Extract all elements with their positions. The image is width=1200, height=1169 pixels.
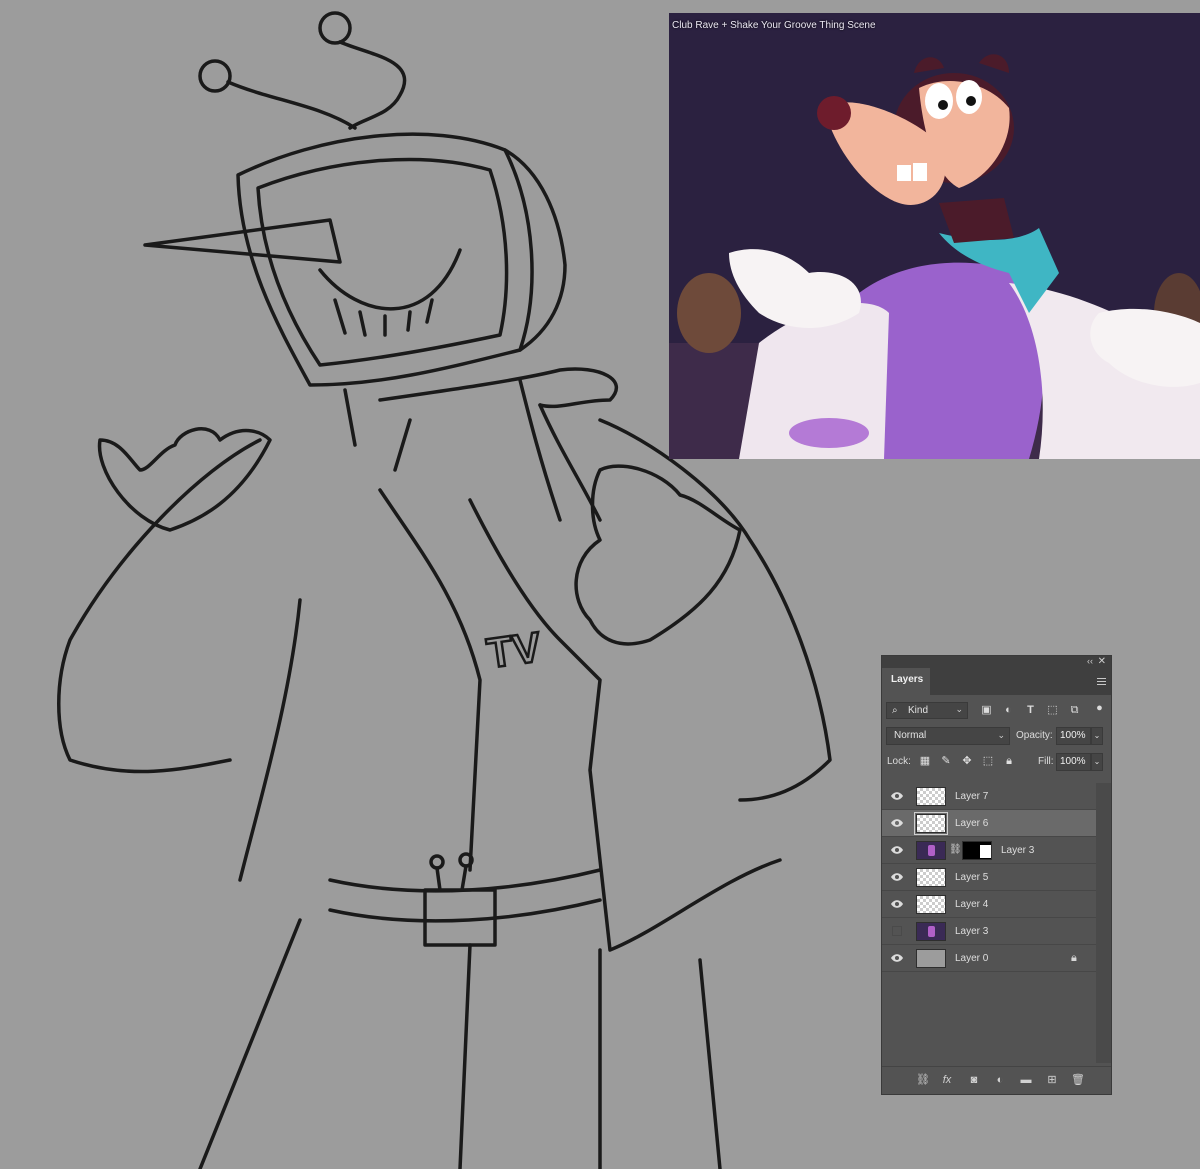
layer-list: Layer 7 Layer 6 ⛓︎ Layer 3 Layer 5 Layer… [882, 783, 1096, 972]
layers-footer: ⛓︎ fx ◙ ◐ ▬ ⊞ 🗑︎ [882, 1066, 1111, 1094]
eye-icon[interactable] [891, 953, 903, 963]
lock-label: Lock: [887, 756, 911, 767]
hidden-visibility-toggle[interactable] [892, 926, 902, 936]
lock-icon: 🔒︎ [1071, 952, 1077, 964]
layer-row[interactable]: ⛓︎ Layer 3 [882, 837, 1096, 864]
chevron-down-icon: ⌄ [997, 730, 1005, 740]
reference-image: Club Rave + Shake Your Groove Thing Scen… [669, 13, 1200, 459]
tab-layers[interactable]: Layers [882, 668, 930, 695]
layer-name: Layer 5 [955, 872, 989, 883]
layer-row[interactable]: Layer 0 🔒︎ [882, 945, 1096, 972]
adjustment-filter-icon[interactable]: ◐ [1003, 705, 1014, 716]
eye-icon[interactable] [891, 818, 903, 828]
layer-name: Layer 6 [955, 818, 989, 829]
lock-row: Lock: ▦ ✎ ✥ ⬚ 🔒︎ Fill: 100% ⌄ [882, 747, 1111, 773]
layer-name: Layer 3 [955, 926, 989, 937]
folder-icon[interactable]: ▬ [1019, 1073, 1033, 1087]
panel-menu-icon[interactable] [1097, 678, 1106, 686]
smart-object-filter-icon[interactable]: ⧉ [1069, 705, 1080, 716]
search-icon: ⌕ [892, 705, 898, 716]
layer-thumbnail [916, 841, 946, 860]
layer-name: Layer 4 [955, 899, 989, 910]
eye-icon[interactable] [891, 872, 903, 882]
layer-thumbnail [916, 922, 946, 941]
layer-row[interactable]: Layer 4 [882, 891, 1096, 918]
chest-tv-text: TV [484, 623, 544, 677]
layer-row-selected[interactable]: Layer 6 [882, 810, 1096, 837]
close-icon[interactable]: ✕ [1098, 656, 1106, 667]
shape-filter-icon[interactable]: ⬚ [1047, 705, 1058, 716]
trash-icon[interactable]: 🗑︎ [1071, 1073, 1085, 1087]
filter-kind-label: Kind [908, 705, 929, 716]
fill-chevron-icon[interactable]: ⌄ [1091, 753, 1103, 771]
blend-mode-select[interactable]: Normal ⌄ [886, 727, 1010, 745]
panel-header-strip: ‹‹ ✕ [882, 656, 1111, 668]
chain-link-icon[interactable]: ⛓︎ [949, 844, 962, 855]
layer-thumbnail [916, 949, 946, 968]
new-layer-icon[interactable]: ⊞ [1045, 1073, 1059, 1087]
layer-row[interactable]: Layer 7 [882, 783, 1096, 810]
image-filter-icon[interactable]: ▣ [981, 705, 992, 716]
panel-tabbar: Layers [882, 668, 1111, 695]
lock-artboard-icon[interactable]: ⬚ [982, 755, 994, 767]
type-filter-icon[interactable]: T [1025, 705, 1036, 716]
layers-panel[interactable]: ‹‹ ✕ Layers ⌕ Kind ⌄ ▣ ◐ T ⬚ ⧉ ● Normal … [881, 655, 1112, 1095]
layer-thumbnail [914, 812, 948, 835]
fill-label: Fill: [1038, 756, 1054, 767]
layer-name: Layer 7 [955, 791, 989, 802]
layer-row[interactable]: Layer 3 [882, 918, 1096, 945]
eye-icon[interactable] [891, 845, 903, 855]
opacity-label: Opacity: [1016, 730, 1053, 741]
layers-scrollbar[interactable] [1096, 783, 1111, 1063]
layer-thumbnail [916, 787, 946, 806]
filter-kind-select[interactable]: ⌕ Kind ⌄ [886, 702, 968, 719]
blend-mode-value: Normal [894, 730, 927, 741]
opacity-field[interactable]: 100% [1056, 727, 1091, 745]
layer-row[interactable]: Layer 5 [882, 864, 1096, 891]
opacity-chevron-icon[interactable]: ⌄ [1091, 727, 1103, 745]
lock-position-icon[interactable]: ✥ [961, 755, 973, 767]
layer-thumbnail [916, 868, 946, 887]
layer-name: Layer 3 [1001, 845, 1035, 856]
collapse-icon[interactable]: ‹‹ [1087, 656, 1093, 666]
fx-icon[interactable]: fx [940, 1073, 954, 1087]
link-layers-icon[interactable]: ⛓︎ [916, 1073, 930, 1087]
add-mask-icon[interactable]: ◙ [967, 1073, 981, 1087]
blend-row: Normal ⌄ Opacity: 100% ⌄ [882, 721, 1111, 747]
lock-all-icon[interactable]: 🔒︎ [1003, 755, 1015, 767]
chevron-down-icon: ⌄ [955, 704, 963, 714]
lock-transparent-icon[interactable]: ▦ [919, 755, 931, 767]
reference-title: Club Rave + Shake Your Groove Thing Scen… [672, 20, 876, 31]
reference-illustration [669, 13, 1200, 459]
fill-field[interactable]: 100% [1056, 753, 1091, 771]
eye-icon[interactable] [891, 791, 903, 801]
layer-thumbnail [916, 895, 946, 914]
filter-row: ⌕ Kind ⌄ ▣ ◐ T ⬚ ⧉ ● [882, 695, 1111, 721]
lock-paint-icon[interactable]: ✎ [940, 755, 952, 767]
adjustment-layer-icon[interactable]: ◐ [993, 1073, 1007, 1087]
layer-name: Layer 0 [955, 953, 989, 964]
eye-icon[interactable] [891, 899, 903, 909]
filter-toggle-icon[interactable]: ● [1094, 703, 1105, 714]
layer-mask-thumbnail[interactable] [962, 841, 992, 860]
